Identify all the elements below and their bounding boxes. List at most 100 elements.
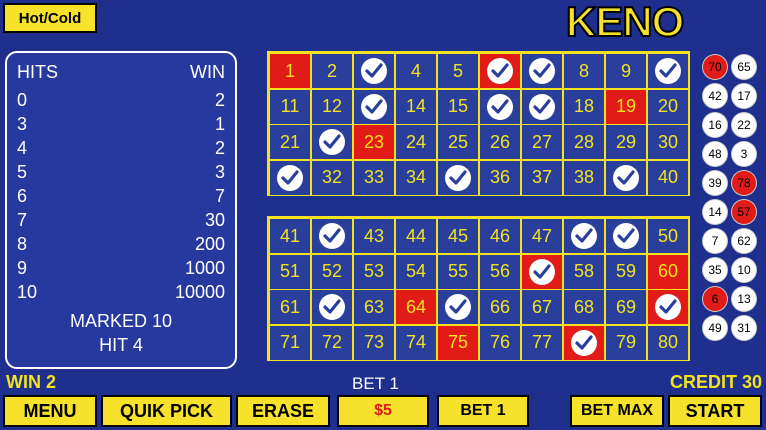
- keno-number-41[interactable]: 41: [270, 219, 310, 253]
- keno-number-58[interactable]: 58: [564, 254, 604, 289]
- keno-number-10[interactable]: [648, 54, 688, 88]
- keno-number-3[interactable]: [354, 54, 394, 88]
- keno-number-72[interactable]: 72: [312, 325, 352, 360]
- keno-number-2[interactable]: 2: [312, 54, 352, 88]
- bet-one-button[interactable]: BET 1: [437, 395, 529, 427]
- keno-number-8[interactable]: 8: [564, 54, 604, 88]
- drawn-ball: 16: [703, 113, 727, 137]
- drawn-ball: 78: [732, 171, 756, 195]
- keno-number-35[interactable]: [438, 160, 478, 195]
- keno-number-75[interactable]: 75: [438, 325, 478, 360]
- keno-number-31[interactable]: [270, 160, 310, 195]
- keno-number-18[interactable]: 18: [564, 89, 604, 124]
- keno-number-68[interactable]: 68: [564, 290, 604, 324]
- keno-number-46[interactable]: 46: [480, 219, 520, 253]
- keno-number-11[interactable]: 11: [270, 89, 310, 124]
- keno-number-57[interactable]: [522, 254, 562, 289]
- keno-number-80[interactable]: 80: [648, 325, 688, 360]
- paytable-win: 7: [214, 186, 225, 206]
- keno-number-33[interactable]: 33: [354, 160, 394, 195]
- hot-cold-button[interactable]: Hot/Cold: [3, 3, 97, 33]
- keno-number-42[interactable]: [312, 219, 352, 253]
- keno-number-55[interactable]: 55: [438, 254, 478, 289]
- keno-number-39[interactable]: [606, 160, 646, 195]
- keno-number-76[interactable]: 76: [480, 325, 520, 360]
- keno-number-48[interactable]: [564, 219, 604, 253]
- keno-number-label: 74: [405, 332, 427, 352]
- keno-number-38[interactable]: 38: [564, 160, 604, 195]
- keno-number-40[interactable]: 40: [648, 160, 688, 195]
- keno-number-51[interactable]: 51: [270, 254, 310, 289]
- keno-number-26[interactable]: 26: [480, 125, 520, 159]
- keno-number-56[interactable]: 56: [480, 254, 520, 289]
- keno-number-34[interactable]: 34: [396, 160, 436, 195]
- keno-number-17[interactable]: [522, 89, 562, 124]
- keno-number-label: 80: [657, 332, 679, 352]
- keno-number-77[interactable]: 77: [522, 325, 562, 360]
- keno-board-bottom: 41 43 44 45 46 47 50 51 52 53 54 55 56 58 59 60 61 63 64 66…: [267, 216, 690, 361]
- keno-number-label: 24: [405, 131, 427, 152]
- keno-number-67[interactable]: 67: [522, 290, 562, 324]
- keno-number-15[interactable]: 15: [438, 89, 478, 124]
- keno-number-52[interactable]: 52: [312, 254, 352, 289]
- keno-number-13[interactable]: [354, 89, 394, 124]
- keno-number-61[interactable]: 61: [270, 290, 310, 324]
- keno-number-9[interactable]: 9: [606, 54, 646, 88]
- keno-number-32[interactable]: 32: [312, 160, 352, 195]
- keno-number-22[interactable]: [312, 125, 352, 159]
- keno-number-16[interactable]: [480, 89, 520, 124]
- keno-number-66[interactable]: 66: [480, 290, 520, 324]
- keno-number-36[interactable]: 36: [480, 160, 520, 195]
- keno-number-43[interactable]: 43: [354, 219, 394, 253]
- keno-number-65[interactable]: [438, 290, 478, 324]
- keno-number-label: 15: [447, 96, 469, 116]
- keno-number-25[interactable]: 25: [438, 125, 478, 159]
- keno-number-21[interactable]: 21: [270, 125, 310, 159]
- drawn-ball: 6: [703, 287, 727, 311]
- keno-number-19[interactable]: 19: [606, 89, 646, 124]
- denomination-button[interactable]: $5: [337, 395, 429, 427]
- keno-number-50[interactable]: 50: [648, 219, 688, 253]
- keno-number-62[interactable]: [312, 290, 352, 324]
- keno-number-78[interactable]: [564, 325, 604, 360]
- keno-number-23[interactable]: 23: [354, 125, 394, 159]
- keno-number-24[interactable]: 24: [396, 125, 436, 159]
- keno-number-29[interactable]: 29: [606, 125, 646, 159]
- keno-number-28[interactable]: 28: [564, 125, 604, 159]
- keno-number-30[interactable]: 30: [648, 125, 688, 159]
- keno-number-47[interactable]: 47: [522, 219, 562, 253]
- keno-number-45[interactable]: 45: [438, 219, 478, 253]
- keno-number-label: 19: [615, 96, 637, 116]
- keno-number-1[interactable]: 1: [270, 54, 310, 88]
- keno-number-69[interactable]: 69: [606, 290, 646, 324]
- keno-number-5[interactable]: 5: [438, 54, 478, 88]
- keno-number-79[interactable]: 79: [606, 325, 646, 360]
- keno-number-label: 47: [531, 225, 553, 246]
- keno-number-4[interactable]: 4: [396, 54, 436, 88]
- keno-number-49[interactable]: [606, 219, 646, 253]
- bet-max-button[interactable]: BET MAX: [570, 395, 664, 427]
- keno-number-60[interactable]: 60: [648, 254, 688, 289]
- keno-number-71[interactable]: 71: [270, 325, 310, 360]
- keno-number-14[interactable]: 14: [396, 89, 436, 124]
- keno-number-59[interactable]: 59: [606, 254, 646, 289]
- keno-number-27[interactable]: 27: [522, 125, 562, 159]
- keno-number-37[interactable]: 37: [522, 160, 562, 195]
- erase-button[interactable]: ERASE: [236, 395, 330, 427]
- keno-number-74[interactable]: 74: [396, 325, 436, 360]
- keno-number-7[interactable]: [522, 54, 562, 88]
- keno-number-70[interactable]: [648, 290, 688, 324]
- keno-number-20[interactable]: 20: [648, 89, 688, 124]
- keno-number-64[interactable]: 64: [396, 290, 436, 324]
- keno-number-44[interactable]: 44: [396, 219, 436, 253]
- quik-pick-button[interactable]: QUIK PICK: [101, 395, 232, 427]
- keno-number-63[interactable]: 63: [354, 290, 394, 324]
- keno-number-12[interactable]: 12: [312, 89, 352, 124]
- menu-button[interactable]: MENU: [3, 395, 97, 427]
- keno-number-73[interactable]: 73: [354, 325, 394, 360]
- start-button[interactable]: START: [668, 395, 762, 427]
- keno-number-53[interactable]: 53: [354, 254, 394, 289]
- keno-number-54[interactable]: 54: [396, 254, 436, 289]
- keno-number-6[interactable]: [480, 54, 520, 88]
- keno-number-label: 45: [447, 225, 469, 246]
